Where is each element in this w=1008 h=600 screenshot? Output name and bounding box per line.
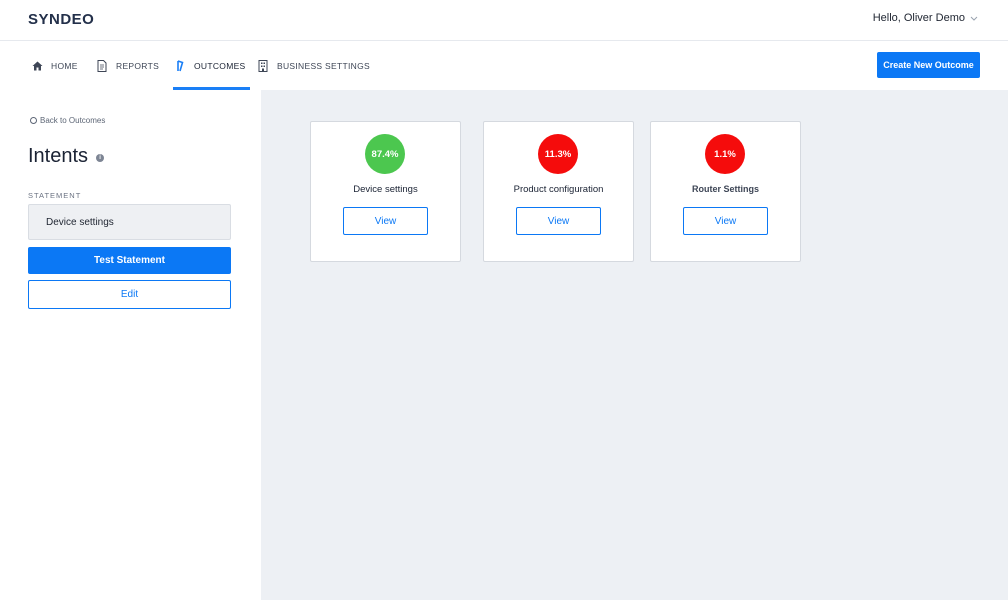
top-bar: SYNDEO Hello, Oliver Demo <box>0 0 1008 41</box>
page-title-text: Intents <box>28 145 89 167</box>
nav-item-business-settings[interactable]: BUSINESS SETTINGS <box>257 41 370 90</box>
nav-label-reports: REPORTS <box>116 60 160 71</box>
view-button[interactable]: View <box>683 207 768 235</box>
score-badge: 11.3% <box>538 134 578 174</box>
building-icon <box>257 59 269 72</box>
nav-item-outcomes[interactable]: OUTCOMES <box>173 41 250 91</box>
outcome-card: 11.3% Product configuration View <box>483 121 634 262</box>
outcome-card: 1.1% Router Settings View <box>650 121 801 262</box>
outcomes-panel: 87.4% Device settings View 11.3% Product… <box>261 90 1008 600</box>
outcome-card: 87.4% Device settings View <box>310 121 461 262</box>
nav-label-home: HOME <box>51 60 78 71</box>
back-to-outcomes-link[interactable]: Back to Outcomes <box>30 116 105 125</box>
outcomes-icon <box>174 59 186 72</box>
document-icon <box>96 59 108 72</box>
test-statement-button[interactable]: Test Statement <box>28 247 231 274</box>
statement-field[interactable]: Device settings <box>28 204 231 240</box>
score-badge: 87.4% <box>365 134 405 174</box>
nav-label-business-settings: BUSINESS SETTINGS <box>277 60 370 71</box>
view-button[interactable]: View <box>343 207 428 235</box>
chevron-down-icon <box>970 14 978 23</box>
nav-label-outcomes: OUTCOMES <box>194 60 246 71</box>
create-new-outcome-button[interactable]: Create New Outcome <box>877 52 980 78</box>
back-link-label: Back to Outcomes <box>40 116 106 125</box>
user-greeting: Hello, Oliver Demo <box>872 12 965 24</box>
outcome-name: Product configuration <box>513 184 604 195</box>
statement-value: Device settings <box>46 216 114 228</box>
app-logo[interactable]: SYNDEO <box>28 11 94 28</box>
statement-label: STATEMENT <box>28 191 82 200</box>
back-circle-icon <box>30 117 37 124</box>
outcome-name: Device settings <box>353 184 418 195</box>
edit-button[interactable]: Edit <box>28 280 231 309</box>
info-icon[interactable]: i <box>96 154 105 162</box>
sidebar: Back to Outcomes Intents i STATEMENT Dev… <box>0 90 261 600</box>
score-badge: 1.1% <box>705 134 745 174</box>
nav-item-reports[interactable]: REPORTS <box>96 41 159 90</box>
outcome-name: Router Settings <box>691 184 759 194</box>
page-title: Intents i <box>28 145 105 168</box>
view-button[interactable]: View <box>516 207 601 235</box>
main-nav: HOME REPORTS OUTCOMES BUSINESS SETTINGS … <box>0 41 1008 91</box>
home-icon <box>31 60 43 72</box>
nav-item-home[interactable]: HOME <box>31 41 78 90</box>
user-menu[interactable]: Hello, Oliver Demo <box>873 12 978 24</box>
